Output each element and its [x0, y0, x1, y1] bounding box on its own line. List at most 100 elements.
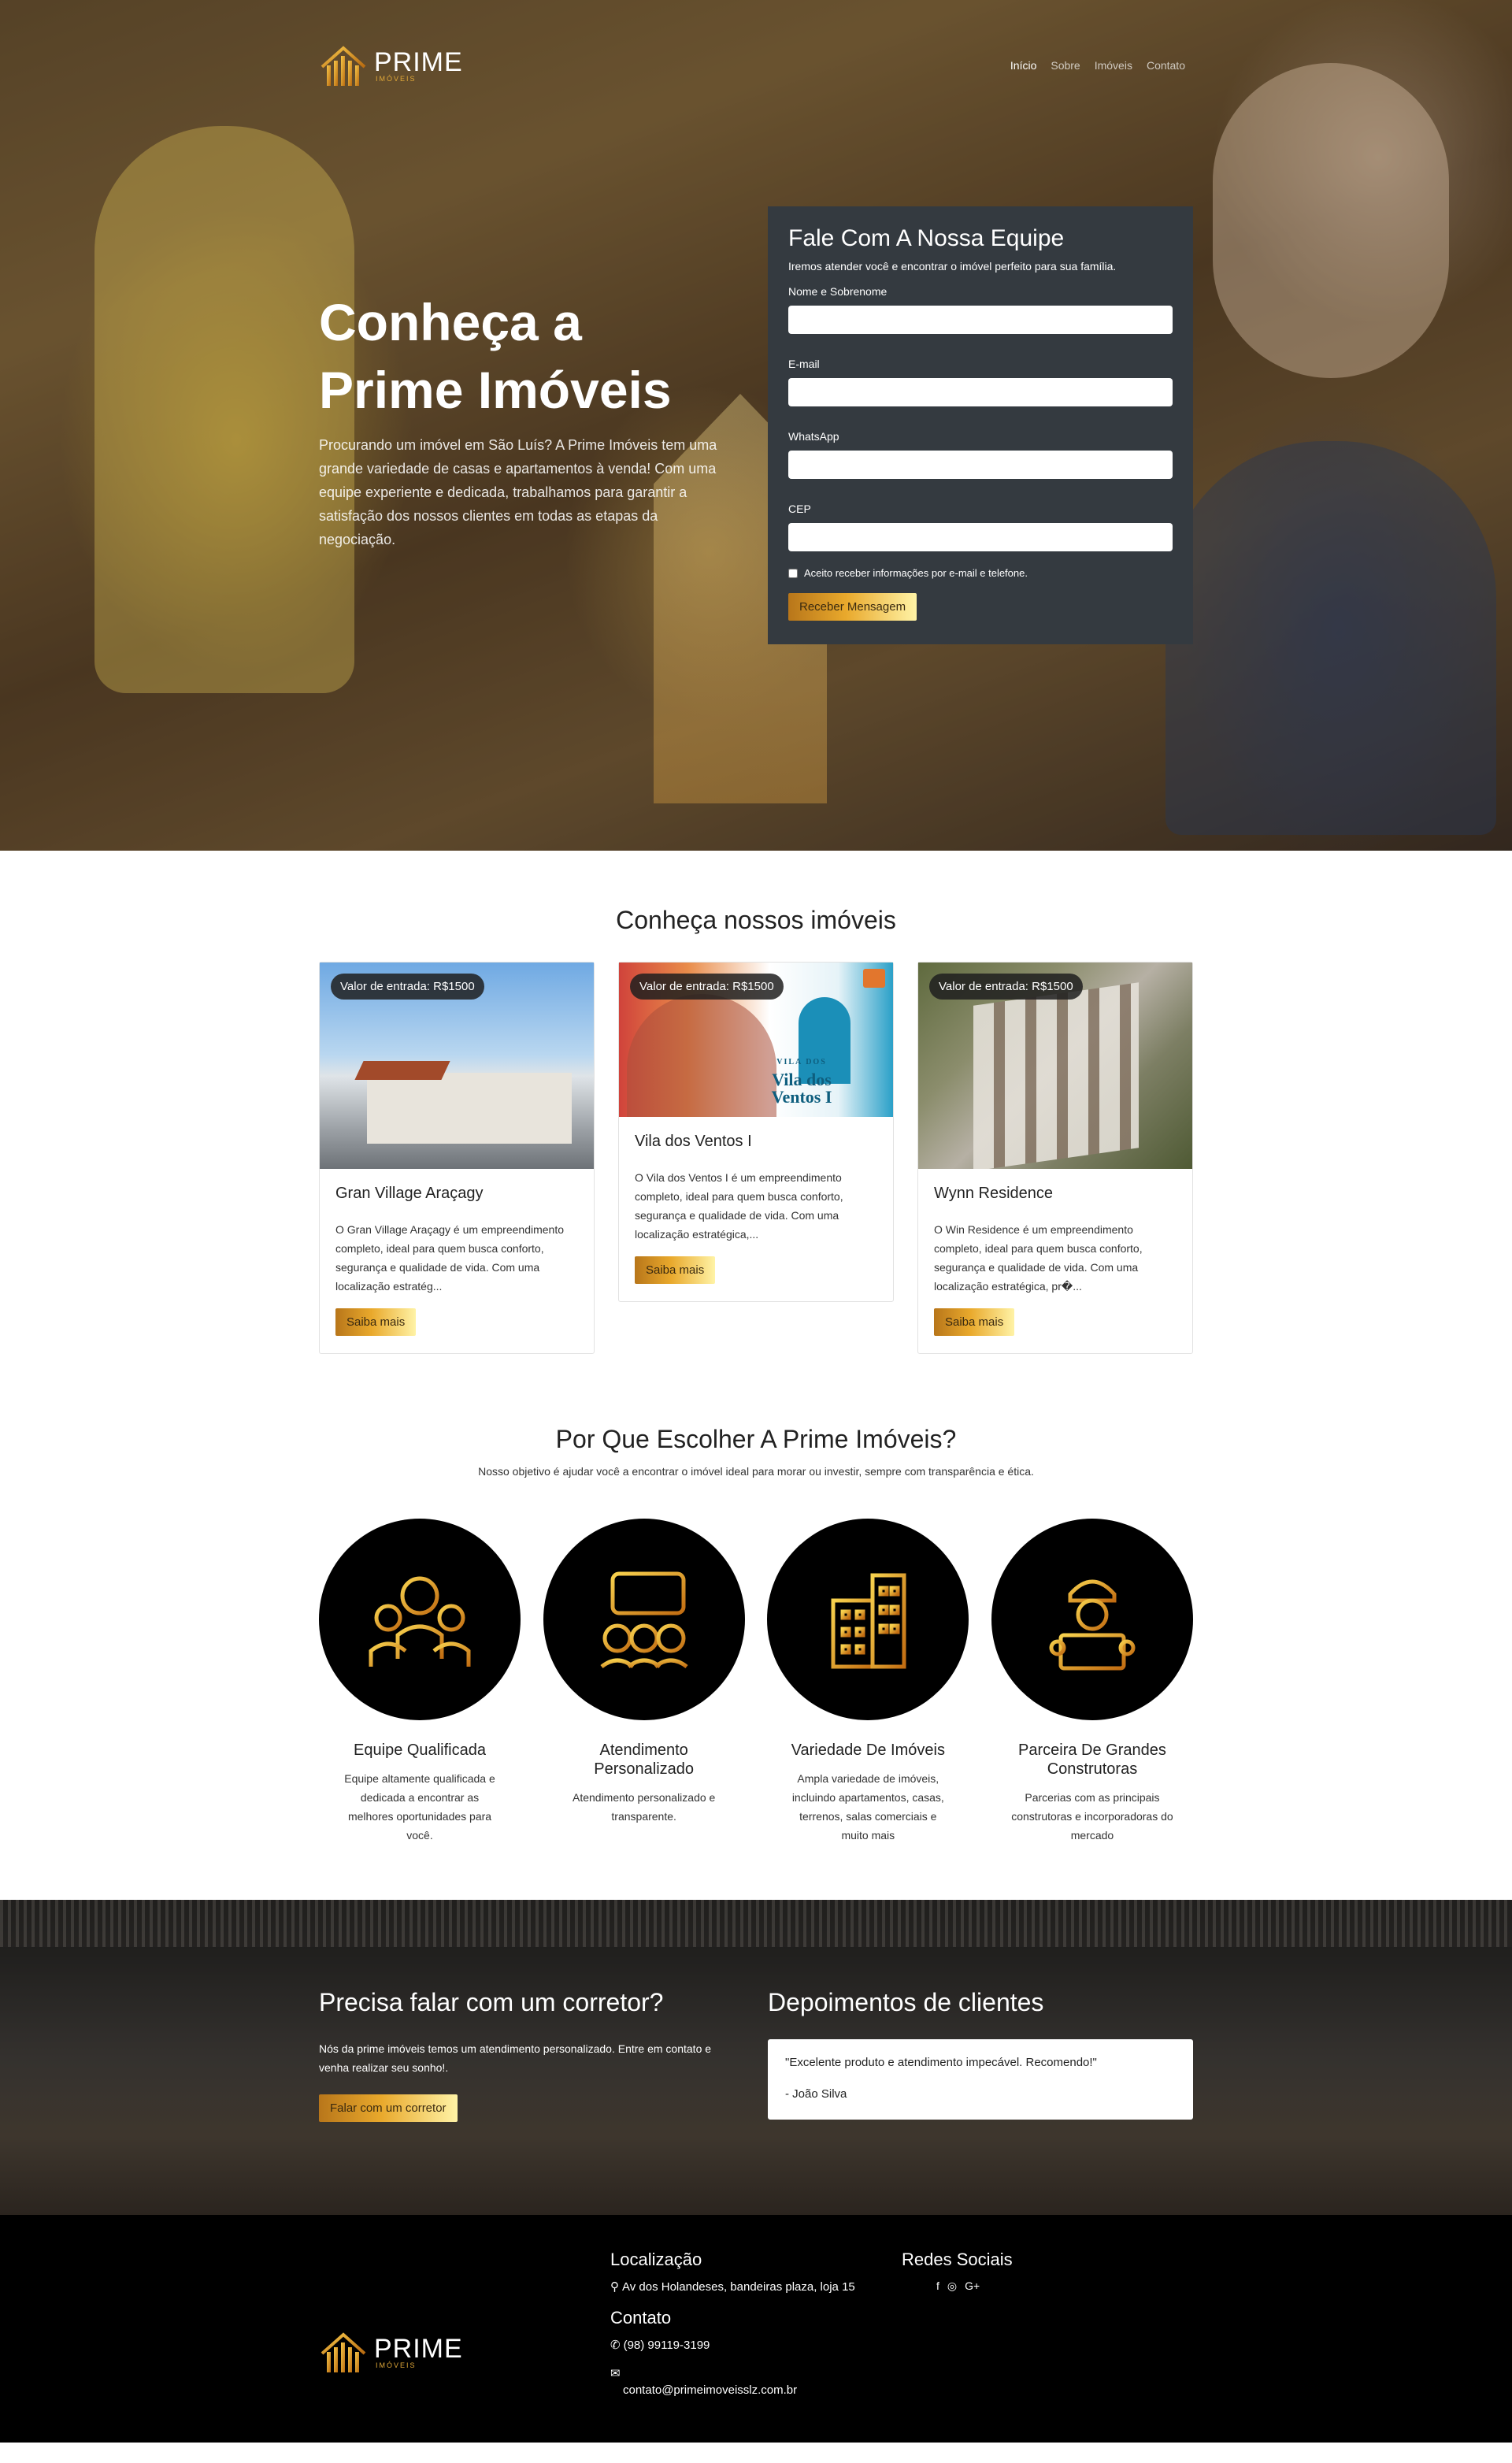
nav-link-inicio[interactable]: Início — [1010, 59, 1036, 72]
brand-flag-icon — [863, 969, 885, 988]
phone-link[interactable]: (98) 99119-3199 — [624, 2339, 710, 2352]
hero-text: Conheça a Prime Imóveis Procurando um im… — [319, 288, 728, 551]
footer-logo-wrap: PRIME IMÓVEIS — [319, 2250, 610, 2406]
email-link[interactable]: contato@primeimoveisslz.com.br — [610, 2383, 797, 2397]
submit-button[interactable]: Receber Mensagem — [788, 593, 917, 621]
feature-text: Parcerias com as principais construtoras… — [1011, 1791, 1173, 1842]
feature-item: Atendimento Personalizado Atendimento pe… — [543, 1519, 745, 1845]
feature-text: Ampla variedade de imóveis, incluindo ap… — [791, 1772, 944, 1842]
hero-title-line1: Conheça a — [319, 293, 582, 351]
saiba-mais-button[interactable]: Saiba mais — [335, 1308, 417, 1336]
testimonials: Depoimentos de clientes "Excelente produ… — [768, 1988, 1193, 2122]
team-icon — [369, 1576, 471, 1667]
phone-icon: ✆ — [610, 2339, 621, 2352]
roof-shape — [354, 1061, 450, 1080]
nav-link-sobre[interactable]: Sobre — [1051, 59, 1080, 72]
email-line: ✉ contato@primeimoveisslz.com.br — [610, 2366, 902, 2397]
form-subtitle: Iremos atender você e encontrar o imóvel… — [788, 260, 1117, 273]
name-input[interactable] — [788, 306, 1173, 334]
brand-logo[interactable]: PRIME IMÓVEIS — [319, 43, 463, 87]
why-section: Por Que Escolher A Prime Imóveis? Nosso … — [0, 1425, 1512, 1900]
footer-social: Redes Sociais f ◎ G+ — [902, 2250, 1193, 2406]
whatsapp-input[interactable] — [788, 451, 1173, 479]
cep-label: CEP — [788, 503, 811, 515]
map-marker-icon: ⚲ — [610, 2280, 619, 2294]
feature-item: Variedade De Imóveis Ampla variedade de … — [767, 1519, 969, 1845]
instagram-icon[interactable]: ◎ — [947, 2279, 957, 2293]
saiba-mais-button[interactable]: Saiba mais — [934, 1308, 1015, 1336]
property-name: Wynn Residence — [934, 1185, 1054, 1202]
facebook-icon[interactable]: f — [936, 2279, 939, 2293]
property-card: Valor de entrada: R$1500 Gran Village Ar… — [319, 962, 595, 1354]
contact-form: Fale Com A Nossa Equipe Iremos atender v… — [768, 206, 1193, 644]
why-lead: Nosso objetivo é ajudar você a encontrar… — [478, 1465, 1034, 1478]
whatsapp-label: WhatsApp — [788, 430, 839, 443]
features: Equipe Qualificada Equipe altamente qual… — [319, 1519, 1193, 1845]
talk-broker-button[interactable]: Falar com um corretor — [319, 2094, 458, 2122]
google-plus-icon[interactable]: G+ — [965, 2279, 980, 2293]
why-title: Por Que Escolher A Prime Imóveis? — [555, 1425, 957, 1453]
property-cards: Valor de entrada: R$1500 Gran Village Ar… — [319, 962, 1193, 1354]
property-description: O Vila dos Ventos I é um empreendimento … — [635, 1171, 843, 1241]
aerial-buildings — [973, 982, 1139, 1169]
broker-cta: Precisa falar com um corretor? Nós da pr… — [319, 1988, 728, 2122]
form-title: Fale Com A Nossa Equipe — [788, 225, 1065, 251]
envelope-icon: ✉ — [610, 2367, 621, 2380]
feature-circle — [991, 1519, 1193, 1720]
contact-title: Contato — [610, 2308, 672, 2328]
footer: PRIME IMÓVEIS Localização ⚲ Av dos Holan… — [0, 2215, 1512, 2443]
social-links: f ◎ G+ — [902, 2279, 1193, 2293]
cep-input[interactable] — [788, 523, 1173, 551]
nav-link-imoveis[interactable]: Imóveis — [1095, 59, 1132, 72]
property-image[interactable]: VILA DOS Vila dos Ventos I Valor de entr… — [619, 963, 893, 1117]
property-card: VILA DOS Vila dos Ventos I Valor de entr… — [618, 962, 894, 1302]
feature-item: Equipe Qualificada Equipe altamente qual… — [319, 1519, 521, 1845]
hero-photo-child — [94, 126, 354, 693]
vila-logo-top: VILA DOS — [776, 1058, 827, 1066]
address-text: Av dos Holandeses, bandeiras plaza, loja… — [622, 2279, 855, 2294]
vila-logo-name: Vila dos Ventos I — [771, 1070, 832, 1107]
properties-title: Conheça nossos imóveis — [616, 906, 896, 934]
property-name: Gran Village Araçagy — [335, 1185, 484, 1202]
feature-text: Atendimento personalizado e transparente… — [572, 1791, 716, 1823]
properties-section: Conheça nossos imóveis Valor de entrada:… — [0, 851, 1512, 1425]
footer-logo-subtext: IMÓVEIS — [376, 2361, 417, 2369]
address-line: ⚲ Av dos Holandeses, bandeiras plaza, lo… — [610, 2279, 902, 2294]
vila-logo: VILA DOS Vila dos Ventos I — [754, 1054, 849, 1106]
testimonials-title: Depoimentos de clientes — [768, 1988, 1044, 2016]
buildings-icon — [831, 1573, 906, 1669]
footer-logo-text: PRIME — [374, 2333, 463, 2364]
feature-circle — [543, 1519, 745, 1720]
footer-logo[interactable]: PRIME IMÓVEIS — [319, 2330, 610, 2374]
feature-title: Variedade De Imóveis — [791, 1742, 945, 1759]
price-badge: Valor de entrada: R$1500 — [630, 974, 784, 1000]
social-title: Redes Sociais — [902, 2250, 1013, 2269]
feature-circle — [767, 1519, 969, 1720]
property-image[interactable]: Valor de entrada: R$1500 — [918, 963, 1192, 1169]
nav-link-contato[interactable]: Contato — [1147, 59, 1185, 72]
navbar: PRIME IMÓVEIS Início Sobre Imóveis Conta… — [0, 43, 1512, 87]
hero-photo-mother-daughter — [1213, 63, 1449, 378]
building-shape — [367, 1073, 572, 1144]
hero-title-line2: Prime Imóveis — [319, 361, 672, 419]
testimonial-card: "Excelente produto e atendimento impecáv… — [768, 2039, 1193, 2120]
email-input[interactable] — [788, 378, 1173, 406]
contact-strip: Precisa falar com um corretor? Nós da pr… — [0, 1900, 1512, 2215]
feature-title: Equipe Qualificada — [354, 1742, 486, 1759]
price-badge: Valor de entrada: R$1500 — [929, 974, 1083, 1000]
price-badge: Valor de entrada: R$1500 — [331, 974, 484, 1000]
property-image[interactable]: Valor de entrada: R$1500 — [320, 963, 594, 1169]
consent-label: Aceito receber informações por e-mail e … — [804, 567, 1028, 579]
logo-mark-icon — [321, 46, 366, 86]
logo-subtext: IMÓVEIS — [376, 74, 417, 83]
broker-title: Precisa falar com um corretor? — [319, 1988, 664, 2016]
logo-text: PRIME — [374, 46, 463, 77]
feature-title: Atendimento Personalizado — [594, 1742, 695, 1778]
chat-people-icon — [600, 1571, 688, 1669]
consent-checkbox[interactable] — [788, 568, 798, 578]
saiba-mais-button[interactable]: Saiba mais — [635, 1256, 716, 1284]
hero-section: PRIME IMÓVEIS Início Sobre Imóveis Conta… — [0, 0, 1512, 851]
broker-text: Nós da prime imóveis temos um atendiment… — [319, 2042, 712, 2074]
property-description: O Gran Village Araçagy é um empreendimen… — [335, 1223, 565, 1293]
engineer-icon — [1049, 1579, 1136, 1671]
